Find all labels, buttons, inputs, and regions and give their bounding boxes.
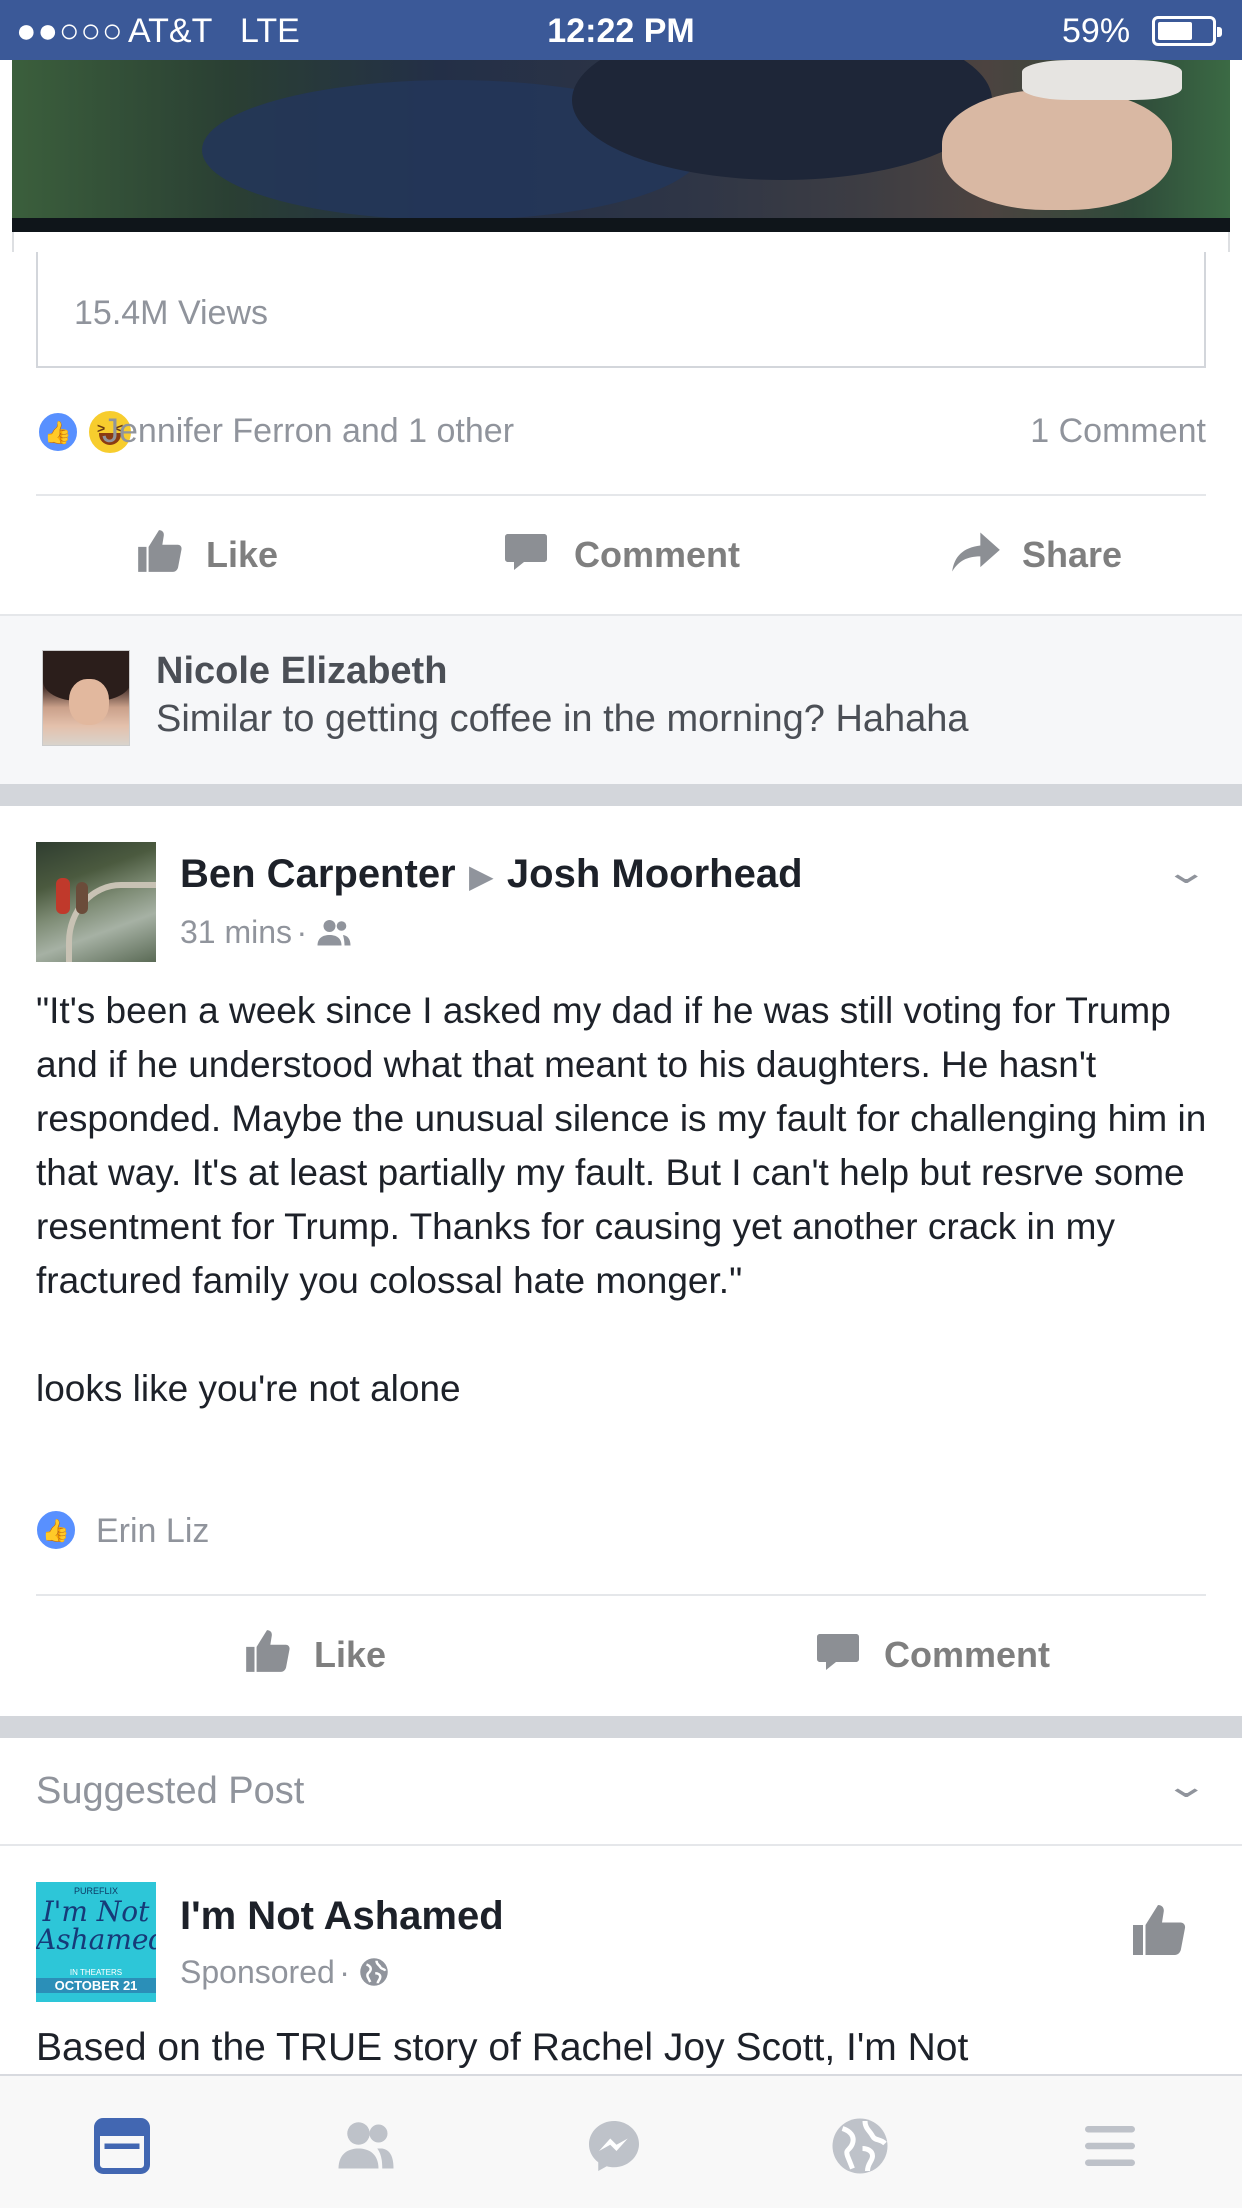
divider: [0, 1844, 1242, 1846]
suggested-options-chevron-icon[interactable]: ⌄: [1163, 1766, 1209, 1806]
globe-icon[interactable]: [830, 2116, 890, 2176]
sponsored-post-text: Based on the TRUE story of Rachel Joy Sc…: [36, 2026, 969, 2069]
comment-button[interactable]: Comment: [500, 520, 760, 590]
page-like-icon[interactable]: [1128, 1900, 1188, 1960]
comment-label: Comment: [884, 1634, 1051, 1675]
sponsored-label[interactable]: Sponsored: [180, 1954, 335, 1990]
author-avatar[interactable]: [36, 842, 156, 962]
post-like-button[interactable]: Like: [238, 1620, 438, 1690]
comment-text: Similar to getting coffee in the morning…: [156, 698, 969, 740]
comment-bubble-icon: [505, 534, 547, 570]
status-bar: ●●○○○ AT&T LTE 12:22 PM 59%: [0, 0, 1242, 60]
feed-separator: [0, 1716, 1242, 1738]
comment-bubble-icon: [817, 1634, 859, 1670]
share-button[interactable]: Share: [950, 520, 1150, 590]
post-recipient-name[interactable]: Josh Moorhead: [507, 852, 803, 896]
video-views-box: 15.4M Views: [36, 252, 1206, 368]
divider: [36, 1594, 1206, 1596]
thumbs-up-icon: [138, 530, 182, 572]
arrow-right-icon: ▶: [460, 858, 503, 894]
post-options-chevron-icon[interactable]: ⌄: [1163, 852, 1209, 892]
status-time: 12:22 PM: [547, 12, 695, 50]
like-reaction-icon: 👍: [34, 1508, 78, 1552]
thumbs-up-icon: [246, 1630, 290, 1672]
commenter-avatar[interactable]: [42, 650, 130, 746]
card-border: [12, 232, 1230, 252]
post-author-name[interactable]: Ben Carpenter: [180, 852, 456, 896]
like-label: Like: [314, 1634, 387, 1675]
post-header: Ben Carpenter ▶ Josh Moorhead: [180, 852, 803, 897]
post-timestamp[interactable]: 31 mins: [180, 914, 292, 950]
like-button[interactable]: Like: [130, 520, 310, 590]
page-name[interactable]: I'm Not Ashamed: [180, 1894, 504, 1939]
post-quote-text: "It's been a week since I asked my dad i…: [36, 990, 1207, 1301]
menu-icon[interactable]: [1080, 2116, 1140, 2176]
friends-audience-icon: [317, 920, 351, 946]
comment-label: Comment: [574, 534, 741, 575]
post-comment-button[interactable]: Comment: [812, 1620, 1072, 1690]
post-meta: 31 mins ·: [180, 914, 352, 951]
post-comment-text: looks like you're not alone: [36, 1368, 461, 1409]
messenger-icon[interactable]: [584, 2116, 644, 2176]
battery-icon: [1152, 16, 1222, 46]
comment-count[interactable]: 1 Comment: [0, 412, 1206, 451]
share-arrow-icon: [952, 532, 1000, 572]
news-feed-icon[interactable]: [92, 2116, 152, 2176]
page-logo[interactable]: PUREFLIX I'm Not Ashamed IN THEATERS OCT…: [36, 1882, 156, 2002]
battery-percent: 59%: [1062, 12, 1131, 50]
video-views-count: 15.4M Views: [74, 294, 269, 332]
commenter-name[interactable]: Nicole Elizabeth: [156, 650, 447, 693]
bottom-navigation: [0, 2074, 1242, 2208]
sponsored-meta: Sponsored ·: [180, 1954, 389, 1991]
globe-public-icon: [360, 1958, 388, 1986]
video-thumbnail[interactable]: [12, 60, 1230, 232]
post-likers[interactable]: Erin Liz: [96, 1512, 209, 1551]
share-label: Share: [1022, 534, 1123, 575]
like-label: Like: [206, 534, 279, 575]
suggested-post-heading: Suggested Post: [36, 1770, 305, 1812]
friends-icon[interactable]: [336, 2116, 396, 2176]
post-body: "It's been a week since I asked my dad i…: [36, 984, 1216, 1470]
feed-separator: [0, 784, 1242, 806]
divider: [36, 494, 1206, 496]
